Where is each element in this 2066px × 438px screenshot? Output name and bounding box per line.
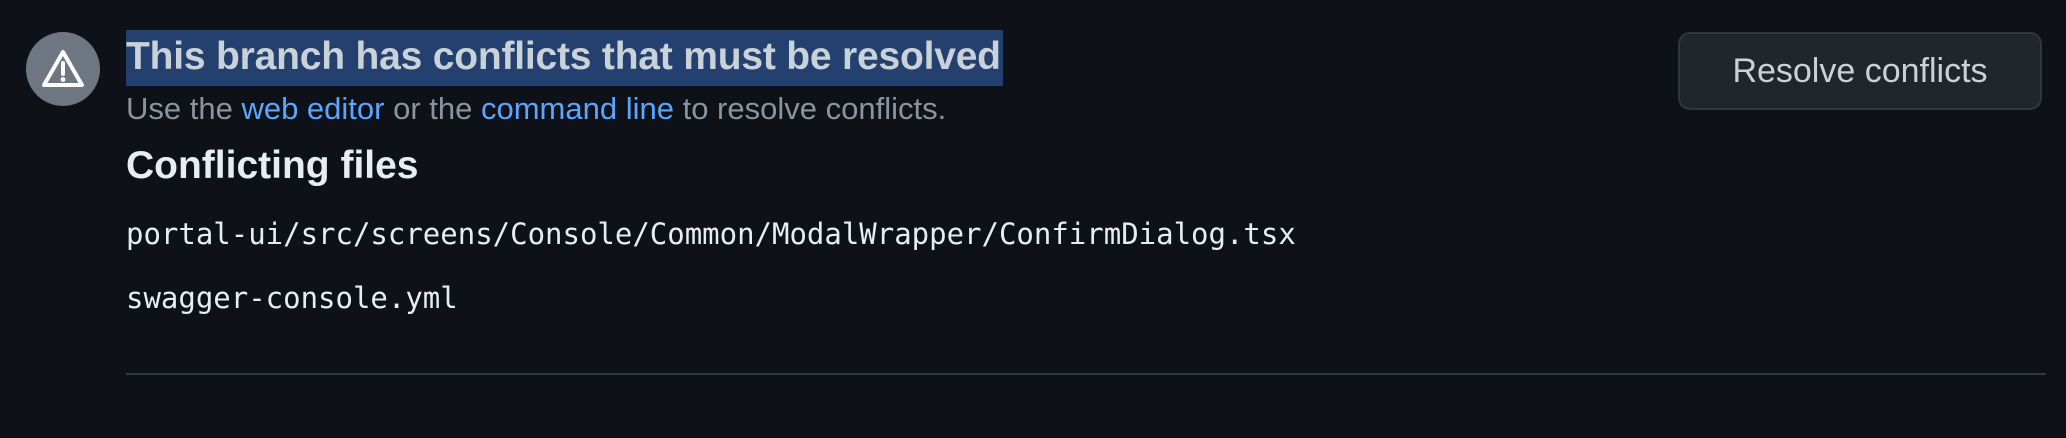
conflicting-file-list: portal-ui/src/screens/Console/Common/Mod…	[126, 214, 2044, 318]
resolve-conflicts-button[interactable]: Resolve conflicts	[1678, 32, 2042, 110]
command-line-link[interactable]: command line	[481, 91, 674, 126]
subtitle-middle: or the	[384, 91, 481, 126]
subtitle-prefix: Use the	[126, 91, 242, 126]
alert-triangle-icon	[26, 32, 100, 106]
conflict-title: This branch has conflicts that must be r…	[126, 30, 1003, 86]
web-editor-link[interactable]: web editor	[241, 91, 384, 126]
conflicting-files-heading: Conflicting files	[126, 144, 419, 187]
section-divider	[126, 373, 2046, 375]
conflicting-file: swagger-console.yml	[126, 281, 458, 315]
conflicting-file: portal-ui/src/screens/Console/Common/Mod…	[126, 217, 1296, 251]
merge-conflict-panel: This branch has conflicts that must be r…	[0, 0, 2066, 438]
subtitle-suffix: to resolve conflicts.	[673, 91, 947, 126]
